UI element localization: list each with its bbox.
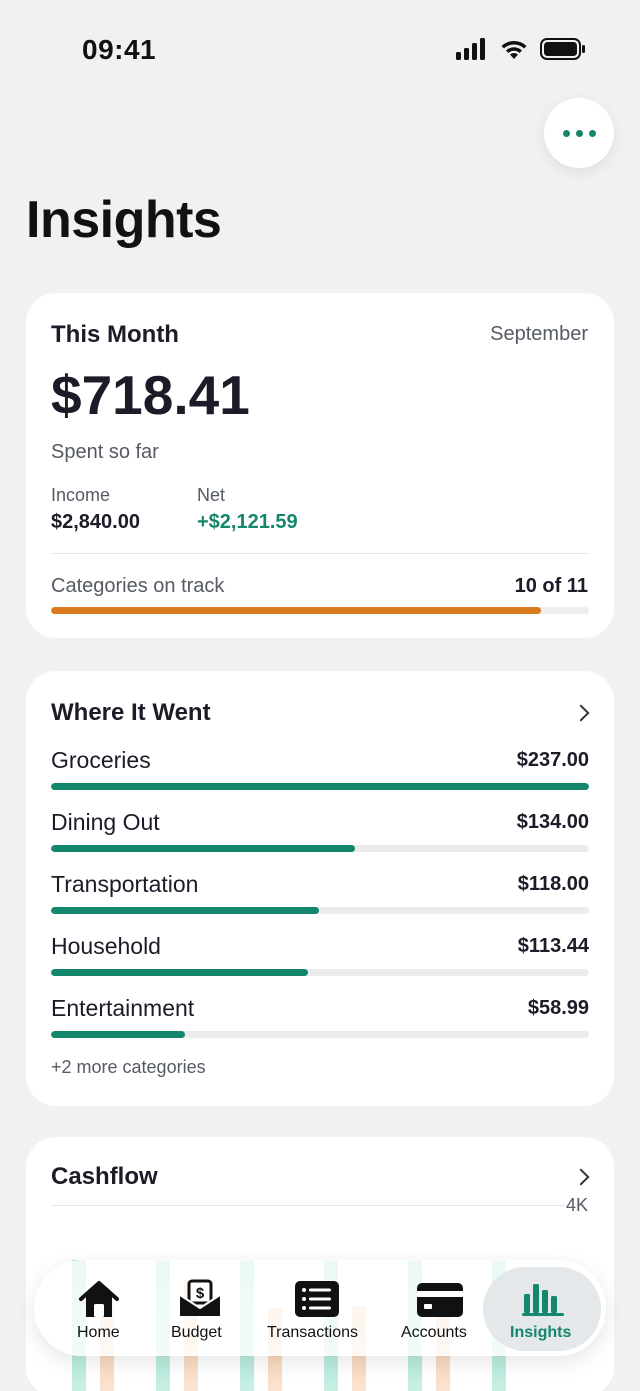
category-progress-bar [51,783,589,790]
status-bar: 09:41 [0,0,640,100]
category-progress-fill [51,783,589,790]
tab-budget-label: Budget [171,1324,222,1341]
category-row[interactable]: Household $113.44 [51,933,589,985]
category-row[interactable]: Dining Out $134.00 [51,809,589,861]
category-progress-bar [51,1031,589,1038]
category-progress-fill [51,1031,185,1038]
chevron-right-icon[interactable] [572,1168,590,1186]
category-amount: $237.00 [516,749,589,771]
category-name: Household [51,933,161,959]
category-amount: $113.44 [517,935,589,957]
category-row[interactable]: Transportation $118.00 [51,871,589,923]
where-it-went-card[interactable]: Where It Went Groceries $237.00 Dining Out… [26,671,614,1106]
chevron-right-icon[interactable] [572,704,590,722]
status-time: 09:41 [82,34,157,65]
on-track-progress-fill [51,607,541,614]
more-options-button[interactable] [544,98,614,168]
signal-icon [456,38,485,60]
budget-envelope-icon: $ [179,1279,221,1316]
category-progress-bar [51,907,589,914]
tab-transactions-label: Transactions [267,1324,358,1341]
tab-transactions[interactable]: Transactions [265,1261,369,1355]
tab-insights[interactable]: Insights [505,1261,585,1355]
more-dot [588,129,596,137]
axis-top-label: 4K [565,1195,588,1215]
tab-budget[interactable]: $ Budget [165,1261,235,1355]
categories-on-track-value: 10 of 11 [514,575,588,597]
category-name: Groceries [51,747,151,773]
spent-subtitle: Spent so far [51,441,159,463]
chart-gridline [51,1205,565,1206]
more-dots-icon [562,129,570,137]
tab-accounts-label: Accounts [401,1324,467,1341]
category-amount: $134.00 [516,811,589,833]
battery-icon [540,38,585,60]
tab-bar: Home $ Budget Transactions Accounts Insi… [34,1260,606,1356]
where-it-went-title: Where It Went [51,699,211,726]
category-progress-bar [51,845,589,852]
category-progress-fill [51,969,309,976]
wifi-icon [501,40,527,59]
net-label: Net [197,485,226,505]
tab-insights-label: Insights [510,1324,572,1341]
category-name: Dining Out [51,809,160,835]
more-dot [575,129,583,137]
category-row[interactable]: Groceries $237.00 [51,747,589,799]
status-icons [456,38,586,60]
category-amount: $58.99 [527,997,589,1019]
category-row[interactable]: Entertainment $58.99 [51,995,589,1047]
category-progress-fill [51,845,355,852]
more-categories-link[interactable]: +2 more categories [51,1057,206,1078]
month-label: September [490,323,588,345]
on-track-progress-bar [51,607,589,614]
spent-amount: $718.41 [51,364,250,426]
credit-card-icon [417,1283,463,1317]
category-progress-fill [51,907,319,914]
tab-accounts[interactable]: Accounts [399,1261,479,1355]
tab-home[interactable]: Home [65,1261,135,1355]
category-amount: $118.00 [517,873,589,895]
income-value: $2,840.00 [51,511,140,533]
income-label: Income [51,485,111,505]
category-name: Transportation [51,871,199,897]
tab-home-label: Home [77,1324,120,1341]
transactions-list-icon [295,1281,339,1317]
categories-on-track-label: Categories on track [51,575,225,597]
divider [51,553,589,554]
bar-chart-icon [522,1284,564,1316]
category-progress-bar [51,969,589,976]
home-icon [79,1281,119,1317]
net-value: +$2,121.59 [197,511,298,533]
cashflow-title: Cashflow [51,1163,158,1190]
this-month-card: This Month September $718.41 Spent so fa… [26,293,614,638]
svg-text:$: $ [196,1285,205,1302]
page-title: Insights [26,191,222,249]
category-name: Entertainment [51,995,195,1021]
this-month-title: This Month [51,321,179,348]
